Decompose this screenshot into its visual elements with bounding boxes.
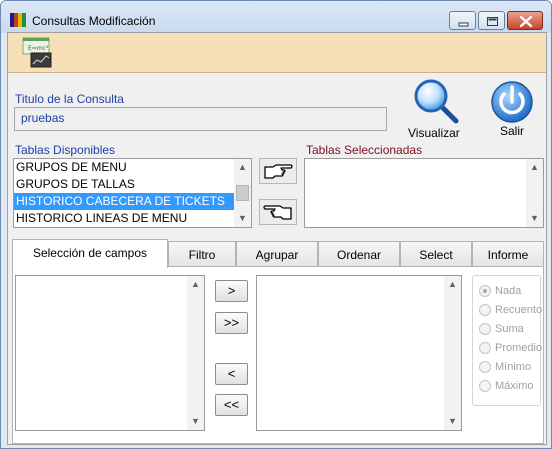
titulo-label: Titulo de la Consulta xyxy=(15,92,124,106)
radio-indicator xyxy=(479,323,491,335)
main-window: Consultas Modificación E=mc² Titulo de l… xyxy=(0,0,552,449)
list-item[interactable]: HISTORICO CABECERA DE TICKETS xyxy=(14,193,251,210)
vertical-scrollbar[interactable]: ▲ ▼ xyxy=(187,276,204,430)
scroll-down-icon[interactable]: ▼ xyxy=(444,413,461,430)
query-chart-icon[interactable]: E=mc² xyxy=(20,36,54,70)
campos-seleccionados-list[interactable]: ▲ ▼ xyxy=(256,275,462,431)
magnifier-icon xyxy=(414,79,459,124)
app-icon xyxy=(10,13,26,27)
vertical-scrollbar[interactable]: ▲ ▼ xyxy=(444,276,461,430)
add-table-button[interactable] xyxy=(259,158,297,184)
tab-seleccion-campos[interactable]: Selección de campos xyxy=(12,239,168,268)
radio-nada[interactable]: Nada xyxy=(479,283,521,299)
titulo-input[interactable]: pruebas xyxy=(14,107,387,131)
tablas-disponibles-list[interactable]: GRUPOS DE MENU GRUPOS DE TALLAS HISTORIC… xyxy=(13,158,252,228)
tablas-disponibles-label: Tablas Disponibles xyxy=(15,143,116,157)
maximize-icon xyxy=(487,17,498,26)
scroll-down-icon[interactable]: ▼ xyxy=(187,413,204,430)
radio-indicator xyxy=(479,380,491,392)
radio-label: Suma xyxy=(495,323,524,335)
close-button[interactable] xyxy=(507,11,543,30)
radio-indicator xyxy=(479,342,491,354)
radio-label: Promedio xyxy=(495,342,543,354)
title-bar[interactable]: Consultas Modificación xyxy=(1,1,551,33)
scroll-down-icon[interactable]: ▼ xyxy=(526,210,543,227)
tablas-seleccionadas-list[interactable]: ▲ ▼ xyxy=(304,158,544,228)
remove-table-button[interactable] xyxy=(259,199,297,225)
radio-label: Nada xyxy=(495,285,522,297)
list-item[interactable]: GRUPOS DE TALLAS xyxy=(14,176,251,193)
radio-indicator xyxy=(479,285,491,297)
radio-recuento[interactable]: Recuento xyxy=(479,302,542,318)
close-icon xyxy=(519,15,533,28)
visualizar-label: Visualizar xyxy=(408,126,460,140)
radio-maximo[interactable]: Máximo xyxy=(479,378,534,394)
hand-pointing-left-icon xyxy=(263,205,292,220)
remove-field-button[interactable]: < xyxy=(215,363,248,385)
window-title: Consultas Modificación xyxy=(32,14,156,28)
vertical-scrollbar[interactable]: ▲ ▼ xyxy=(526,159,543,227)
radio-label: Mínimo xyxy=(495,361,532,373)
toolbar: E=mc² xyxy=(8,33,546,73)
maximize-button[interactable] xyxy=(478,11,505,30)
tab-informe[interactable]: Informe xyxy=(472,241,544,267)
scroll-up-icon[interactable]: ▲ xyxy=(444,276,461,293)
campos-disponibles-list[interactable]: ▲ ▼ xyxy=(15,275,205,431)
radio-indicator xyxy=(479,361,491,373)
tab-panel-seleccion-campos: ▲ ▼ > >> < << ▲ ▼ Nada Recuento Suma Pro… xyxy=(12,266,544,444)
tab-ordenar[interactable]: Ordenar xyxy=(318,241,400,267)
radio-suma[interactable]: Suma xyxy=(479,321,524,337)
tab-bar: Selección de campos Filtro Agrupar Orden… xyxy=(12,239,544,268)
power-icon xyxy=(491,81,533,123)
add-field-button[interactable]: > xyxy=(215,280,248,302)
radio-label: Recuento xyxy=(495,304,543,316)
minimize-icon xyxy=(458,22,469,27)
scroll-up-icon[interactable]: ▲ xyxy=(187,276,204,293)
add-all-fields-button[interactable]: >> xyxy=(215,312,248,334)
aggregation-group: Nada Recuento Suma Promedio Mínimo Máxim… xyxy=(472,275,542,406)
scroll-up-icon[interactable]: ▲ xyxy=(234,159,251,176)
tab-filtro[interactable]: Filtro xyxy=(168,241,236,267)
radio-minimo[interactable]: Mínimo xyxy=(479,359,531,375)
scroll-thumb[interactable] xyxy=(236,185,249,201)
tab-agrupar[interactable]: Agrupar xyxy=(236,241,318,267)
radio-promedio[interactable]: Promedio xyxy=(479,340,542,356)
tablas-seleccionadas-label: Tablas Seleccionadas xyxy=(306,143,423,157)
salir-button[interactable]: Salir xyxy=(486,76,538,140)
scroll-up-icon[interactable]: ▲ xyxy=(526,159,543,176)
list-item[interactable]: HISTORICO LINEAS DE MENU xyxy=(14,210,251,227)
tab-select[interactable]: Select xyxy=(400,241,472,267)
svg-text:E=mc²: E=mc² xyxy=(28,45,49,52)
remove-all-fields-button[interactable]: << xyxy=(215,394,248,416)
scroll-down-icon[interactable]: ▼ xyxy=(234,210,251,227)
visualizar-button[interactable]: Visualizar xyxy=(408,76,464,140)
salir-label: Salir xyxy=(500,124,525,138)
client-area: E=mc² Titulo de la Consulta pruebas Visu… xyxy=(7,32,547,445)
hand-pointing-right-icon xyxy=(264,164,293,179)
minimize-button[interactable] xyxy=(449,11,476,30)
vertical-scrollbar[interactable]: ▲ ▼ xyxy=(234,159,251,227)
radio-label: Máximo xyxy=(495,380,534,392)
list-item[interactable]: GRUPOS DE MENU xyxy=(14,159,251,176)
radio-indicator xyxy=(479,304,491,316)
